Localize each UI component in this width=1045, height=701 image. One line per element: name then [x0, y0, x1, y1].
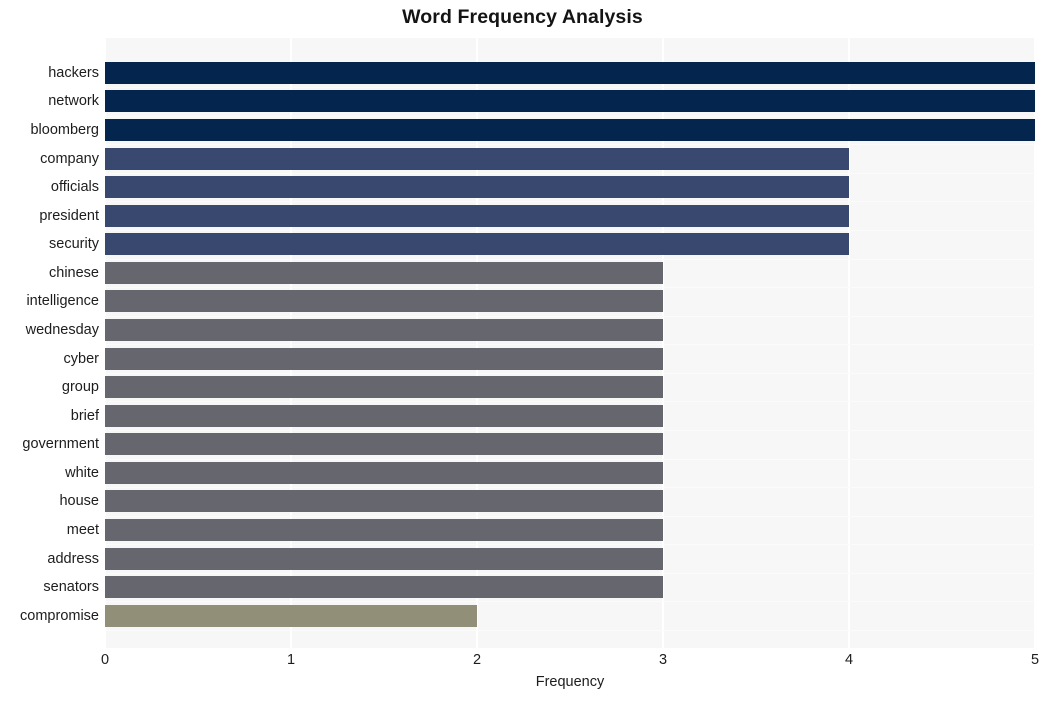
- y-axis-tick-label: senators: [43, 579, 99, 596]
- y-axis-tick-label: president: [39, 207, 99, 224]
- y-axis-tick-label: network: [48, 93, 99, 110]
- y-band-separator: [105, 144, 1035, 145]
- y-band-separator: [105, 259, 1035, 260]
- bar[interactable]: [105, 376, 663, 399]
- y-axis-tick-label: government: [22, 436, 99, 453]
- x-axis-tick-label: 1: [286, 652, 296, 668]
- x-axis-tick-label: 5: [1030, 652, 1040, 668]
- chart-title: Word Frequency Analysis: [402, 6, 643, 28]
- y-band-separator: [105, 373, 1035, 374]
- y-band-separator: [105, 630, 1035, 631]
- y-axis-tick-label: company: [40, 150, 99, 167]
- y-axis-tick-label: officials: [50, 179, 99, 196]
- bar[interactable]: [105, 319, 663, 341]
- bar[interactable]: [105, 233, 849, 256]
- bar[interactable]: [105, 547, 663, 570]
- bar[interactable]: [105, 119, 1035, 141]
- bar[interactable]: [105, 404, 663, 427]
- y-axis-tick-label: brief: [70, 407, 99, 424]
- y-band-separator: [105, 116, 1035, 117]
- y-axis-tick-label: hackers: [48, 64, 99, 81]
- y-band-separator: [105, 201, 1035, 202]
- bar[interactable]: [105, 604, 477, 627]
- y-axis-tick-label: bloomberg: [30, 122, 99, 138]
- bar[interactable]: [105, 147, 849, 170]
- y-band-separator: [105, 430, 1035, 431]
- y-axis-tick-label: cyber: [63, 350, 99, 367]
- x-axis-tick-label: 0: [100, 652, 110, 668]
- bar[interactable]: [105, 347, 663, 370]
- x-axis-tick-label: 4: [844, 652, 854, 668]
- y-axis-tick-label: wednesday: [25, 322, 99, 338]
- y-band-separator: [105, 401, 1035, 402]
- x-axis-tick-label: 2: [472, 652, 482, 668]
- bar[interactable]: [105, 204, 849, 227]
- y-axis-tick-labels: hackers network bloomberg company officials p…: [0, 38, 99, 648]
- y-band-separator: [105, 601, 1035, 602]
- y-axis-tick-label: meet: [66, 522, 99, 538]
- bar[interactable]: [105, 90, 1035, 113]
- plot-area: [104, 38, 1036, 648]
- chart-figure: Word Frequency Analysis hackers network bl…: [0, 0, 1045, 701]
- y-band-separator: [105, 230, 1035, 231]
- y-band-separator: [105, 316, 1035, 317]
- y-axis-tick-label: house: [59, 493, 99, 510]
- y-band-separator: [105, 87, 1035, 88]
- y-band-separator: [105, 544, 1035, 545]
- x-axis-tick-labels: 0 1 2 3 4 5: [0, 652, 1045, 674]
- y-axis-tick-label: white: [65, 464, 99, 481]
- y-axis-tick-label: intelligence: [26, 293, 99, 310]
- y-axis-tick-label: compromise: [20, 607, 99, 624]
- y-band-separator: [105, 516, 1035, 517]
- bar[interactable]: [105, 519, 663, 541]
- y-band-separator: [105, 573, 1035, 574]
- y-band-separator: [105, 287, 1035, 288]
- y-axis-tick-label: address: [47, 550, 99, 567]
- bar[interactable]: [105, 461, 663, 484]
- y-band-separator: [105, 173, 1035, 174]
- bar[interactable]: [105, 61, 1035, 84]
- y-axis-tick-label: group: [61, 379, 99, 396]
- y-band-separator: [105, 487, 1035, 488]
- bar[interactable]: [105, 261, 663, 284]
- bar[interactable]: [105, 176, 849, 199]
- x-axis-label: Frequency: [535, 674, 605, 690]
- bar[interactable]: [105, 290, 663, 313]
- y-axis-tick-label: chinese: [49, 264, 99, 281]
- y-band-separator: [105, 344, 1035, 345]
- bar[interactable]: [105, 433, 663, 456]
- x-axis-tick-label: 3: [658, 652, 668, 668]
- y-band-separator: [105, 459, 1035, 460]
- y-axis-tick-label: security: [49, 236, 99, 253]
- bar[interactable]: [105, 576, 663, 599]
- bar[interactable]: [105, 490, 663, 513]
